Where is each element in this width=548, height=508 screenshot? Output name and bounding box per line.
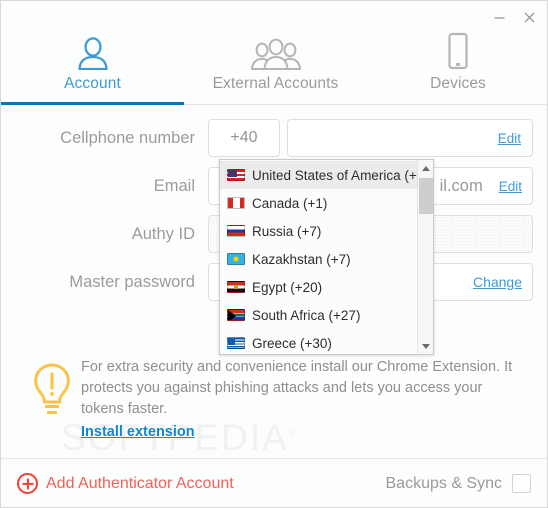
user-icon [75, 28, 111, 70]
country-code-select[interactable]: +40 [208, 119, 280, 157]
country-code-value: +40 [230, 129, 258, 146]
authy-id-label: Authy ID [131, 225, 195, 243]
backups-sync-label: Backups & Sync [385, 474, 503, 492]
scroll-down-arrow-icon[interactable] [418, 338, 434, 354]
authy-window: Account External Accounts Devices Cellph… [0, 0, 548, 508]
country-option-label: Canada (+1) [252, 195, 328, 211]
country-option[interactable]: Kazakhstan (+7) [220, 245, 417, 273]
tab-account-label: Account [64, 75, 121, 92]
cellphone-input[interactable]: Edit [287, 119, 533, 157]
country-option[interactable]: Canada (+1) [220, 189, 417, 217]
master-password-label: Master password [69, 273, 195, 291]
country-option-label: Egypt (+20) [252, 279, 323, 295]
email-label: Email [153, 177, 195, 195]
backups-sync-control[interactable]: Backups & Sync [385, 474, 531, 493]
footer: Add Authenticator Account Backups & Sync [1, 459, 547, 507]
cellphone-controls: +40 Edit [208, 119, 533, 157]
close-icon[interactable] [521, 9, 537, 25]
tab-account[interactable]: Account [1, 1, 184, 103]
country-flag-icon [227, 337, 245, 349]
country-flag-icon [227, 309, 245, 321]
country-flag-icon [227, 281, 245, 293]
tab-bar: Account External Accounts Devices [1, 1, 547, 105]
notice-text: For extra security and convenience insta… [81, 359, 513, 417]
country-option[interactable]: Russia (+7) [220, 217, 417, 245]
tab-external-accounts[interactable]: External Accounts [184, 1, 367, 103]
country-flag-icon [227, 253, 245, 265]
country-flag-icon [227, 225, 245, 237]
country-flag-icon [227, 169, 245, 181]
tab-devices-label: Devices [430, 75, 486, 92]
tab-active-indicator [1, 102, 184, 105]
email-value: il.com [439, 176, 483, 195]
phone-icon [446, 28, 470, 70]
country-option-label: South Africa (+27) [252, 307, 361, 323]
email-edit-link[interactable]: Edit [499, 179, 522, 194]
cellphone-edit-link[interactable]: Edit [498, 131, 521, 146]
country-option[interactable]: Greece (+30) [220, 329, 417, 354]
backups-sync-checkbox[interactable] [512, 474, 531, 493]
country-option[interactable]: United States of America (+1) [220, 161, 417, 189]
master-password-change-link[interactable]: Change [473, 274, 522, 290]
scrollbar-thumb[interactable] [419, 178, 433, 214]
add-authenticator-account-label: Add Authenticator Account [46, 474, 234, 492]
country-flag-icon [227, 197, 245, 209]
notice-text-block: For extra security and convenience insta… [81, 353, 547, 453]
lightbulb-icon [23, 353, 81, 453]
country-option-label: Kazakhstan (+7) [252, 251, 351, 267]
country-option-label: United States of America (+1) [252, 167, 417, 183]
country-dropdown-list: United States of America (+1) Canada (+1)… [220, 160, 417, 354]
country-option-label: Russia (+7) [252, 223, 322, 239]
cellphone-label: Cellphone number [60, 129, 195, 147]
install-extension-link[interactable]: Install extension [81, 424, 195, 440]
chrome-extension-notice: For extra security and convenience insta… [1, 353, 547, 453]
plus-circle-icon [17, 473, 38, 494]
tab-external-accounts-label: External Accounts [212, 75, 339, 92]
country-option-label: Greece (+30) [252, 335, 332, 351]
minimize-icon[interactable] [491, 9, 507, 25]
scroll-up-arrow-icon[interactable] [418, 160, 434, 176]
users-icon [250, 28, 302, 70]
country-dropdown-scrollbar[interactable] [417, 160, 433, 354]
country-dropdown[interactable]: United States of America (+1) Canada (+1)… [219, 159, 434, 355]
country-option[interactable]: South Africa (+27) [220, 301, 417, 329]
add-authenticator-account-button[interactable]: Add Authenticator Account [17, 473, 234, 494]
window-controls [491, 9, 537, 25]
country-option[interactable]: Egypt (+20) [220, 273, 417, 301]
